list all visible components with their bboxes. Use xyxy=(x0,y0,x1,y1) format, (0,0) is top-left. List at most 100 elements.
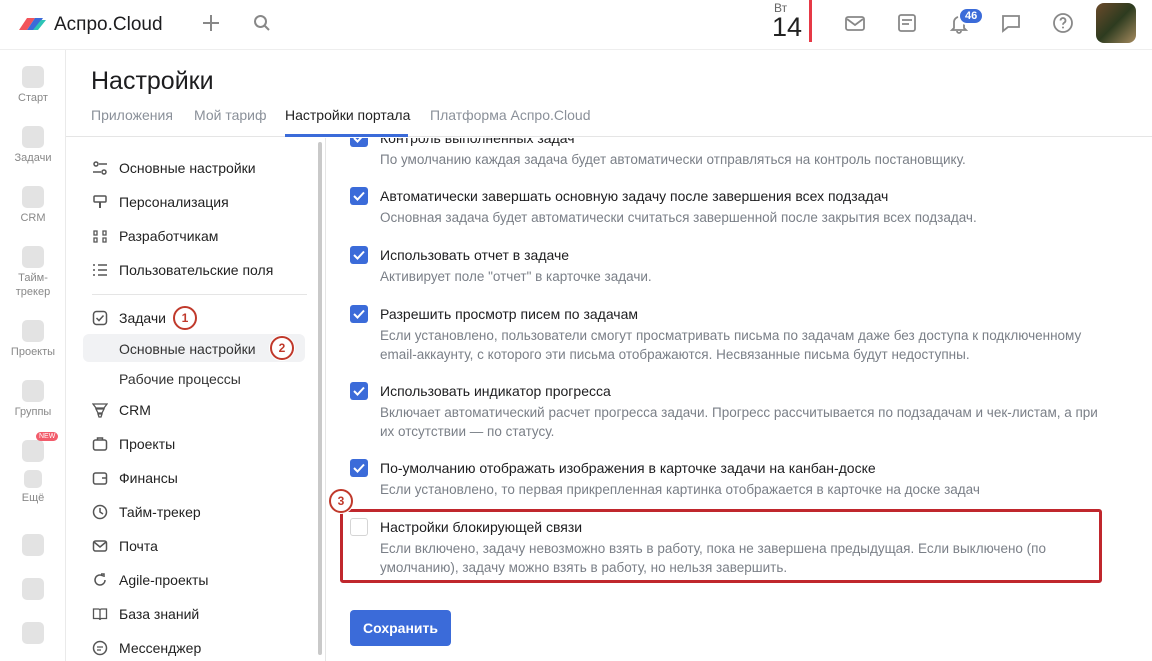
briefcase-icon xyxy=(92,436,108,452)
option-title: Использовать индикатор прогресса xyxy=(380,383,611,399)
nav-label: Ещё xyxy=(21,492,45,504)
box-icon xyxy=(22,440,44,462)
menu-item-crm[interactable]: CRM xyxy=(92,402,151,418)
help-icon[interactable] xyxy=(1052,12,1076,36)
menu-item-label: Персонализация xyxy=(119,194,229,210)
save-button[interactable]: Сохранить xyxy=(350,610,451,646)
gear-icon xyxy=(22,578,44,600)
menu-scrollbar[interactable] xyxy=(318,142,322,655)
menu-item-developers[interactable]: Разработчикам xyxy=(92,228,218,244)
option-title: Использовать отчет в задаче xyxy=(380,247,570,263)
menu-item-projects[interactable]: Проекты xyxy=(92,436,175,452)
tab-platform[interactable]: Платформа Аспро.Cloud xyxy=(430,107,590,123)
submenu-item-tasks-general[interactable]: Основные настройки xyxy=(119,341,256,357)
funnel-icon xyxy=(22,186,44,208)
groups-icon xyxy=(22,380,44,402)
brush-icon xyxy=(92,194,108,210)
nav-item-new[interactable]: NEW xyxy=(0,432,66,462)
date-day-number: 14 xyxy=(772,12,803,42)
nav-item-settings[interactable] xyxy=(0,578,66,600)
nav-item-projects[interactable]: Проекты xyxy=(0,320,66,359)
mail-icon[interactable] xyxy=(844,12,868,36)
add-icon[interactable] xyxy=(200,12,222,34)
menu-item-timetracker[interactable]: Тайм-трекер xyxy=(92,504,201,520)
menu-item-label: Мессенджер xyxy=(119,640,202,656)
clock-icon xyxy=(92,504,108,520)
option-task-control: Контроль выполненных задач По умолчанию … xyxy=(350,138,1110,169)
menu-item-personalization[interactable]: Персонализация xyxy=(92,194,229,210)
settings-menu: Основные настройки Персонализация Разраб… xyxy=(66,138,326,661)
option-progress-indicator: Использовать индикатор прогресса Включае… xyxy=(350,382,1110,441)
menu-item-label: Финансы xyxy=(119,470,178,486)
search-icon[interactable] xyxy=(252,13,272,33)
checkbox-blocking-link[interactable] xyxy=(350,518,368,536)
option-blocking-link: Настройки блокирующей связи Если включен… xyxy=(350,518,1110,577)
menu-item-knowledge-base[interactable]: База знаний xyxy=(92,606,199,622)
calendar-date[interactable]: Вт 14 xyxy=(768,0,812,42)
menu-item-label: Agile-проекты xyxy=(119,572,209,588)
option-auto-complete-parent: Автоматически завершать основную задачу … xyxy=(350,187,1110,227)
app-icon xyxy=(22,534,44,556)
annotation-marker-2: 2 xyxy=(270,336,294,360)
menu-item-finance[interactable]: Финансы xyxy=(92,470,178,486)
menu-item-label: Почта xyxy=(119,538,158,554)
page-title: Настройки xyxy=(91,67,214,95)
option-title: Разрешить просмотр писем по задачам xyxy=(380,306,639,322)
logo-mark-icon xyxy=(19,17,46,30)
top-bar: Аспро.Cloud Вт 14 46 xyxy=(0,0,1152,50)
nav-item-start[interactable]: Старт xyxy=(0,66,66,105)
option-title: Автоматически завершать основную задачу … xyxy=(380,188,889,204)
heart-icon xyxy=(22,66,44,88)
timer-icon xyxy=(22,246,44,268)
notifications-badge: 46 xyxy=(958,7,985,25)
option-title: Настройки блокирующей связи xyxy=(380,519,583,535)
menu-item-label: Разработчикам xyxy=(119,228,219,244)
task-settings-panel: Контроль выполненных задач По умолчанию … xyxy=(327,138,1152,661)
chat-icon[interactable] xyxy=(1000,12,1024,36)
funnel-icon xyxy=(92,402,108,418)
checkbox-auto-complete-parent[interactable] xyxy=(350,187,368,205)
submenu-item-workflows[interactable]: Рабочие процессы xyxy=(119,371,241,387)
support-chat-icon xyxy=(22,622,44,644)
grid-icon xyxy=(24,470,42,488)
nav-item-crm[interactable]: CRM xyxy=(0,186,66,225)
menu-item-tasks[interactable]: Задачи xyxy=(92,310,166,326)
check-icon xyxy=(22,126,44,148)
tab-apps[interactable]: Приложения xyxy=(91,107,173,123)
annotation-marker-1: 1 xyxy=(173,306,197,330)
nav-item-app-1[interactable] xyxy=(0,534,66,556)
refresh-icon xyxy=(92,572,108,588)
option-kanban-images: По-умолчанию отображать изображения в ка… xyxy=(350,459,1110,499)
nav-item-timetracker[interactable]: Тайм- трекер xyxy=(0,246,66,299)
option-description: Включает автоматический расчет прогресса… xyxy=(380,405,1098,439)
active-tab-indicator xyxy=(285,134,408,137)
option-description: Если установлено, пользователи смогут пр… xyxy=(380,328,1082,362)
chat-icon xyxy=(92,640,108,656)
menu-item-custom-fields[interactable]: Пользовательские поля xyxy=(92,262,273,278)
checkbox-task-control[interactable] xyxy=(350,138,368,147)
tab-my-plan[interactable]: Мой тариф xyxy=(194,107,266,123)
nav-item-support[interactable] xyxy=(0,622,66,644)
menu-item-agile[interactable]: Agile-проекты xyxy=(92,572,209,588)
checkbox-progress-indicator[interactable] xyxy=(350,382,368,400)
nav-item-more[interactable]: Ещё xyxy=(0,470,66,505)
option-description: По умолчанию каждая задача будет автомат… xyxy=(380,152,966,167)
menu-item-messenger[interactable]: Мессенджер xyxy=(92,640,201,656)
projects-icon xyxy=(22,320,44,342)
menu-item-general[interactable]: Основные настройки xyxy=(92,160,256,176)
book-icon xyxy=(92,606,108,622)
checkbox-task-report[interactable] xyxy=(350,246,368,264)
nav-item-tasks[interactable]: Задачи xyxy=(0,126,66,165)
user-avatar[interactable] xyxy=(1096,3,1136,43)
nav-label: Старт xyxy=(18,92,48,104)
checkbox-view-mails[interactable] xyxy=(350,305,368,323)
nav-item-groups[interactable]: Группы xyxy=(0,380,66,419)
checkbox-kanban-images[interactable] xyxy=(350,459,368,477)
app-logo[interactable]: Аспро.Cloud xyxy=(17,14,163,36)
option-description: Основная задача будет автоматически счит… xyxy=(380,210,977,225)
tab-portal-settings[interactable]: Настройки портала xyxy=(285,107,410,123)
menu-item-mail[interactable]: Почта xyxy=(92,538,158,554)
menu-item-label: Пользовательские поля xyxy=(119,262,274,278)
notes-icon[interactable] xyxy=(896,12,920,36)
mail-icon xyxy=(92,538,108,554)
